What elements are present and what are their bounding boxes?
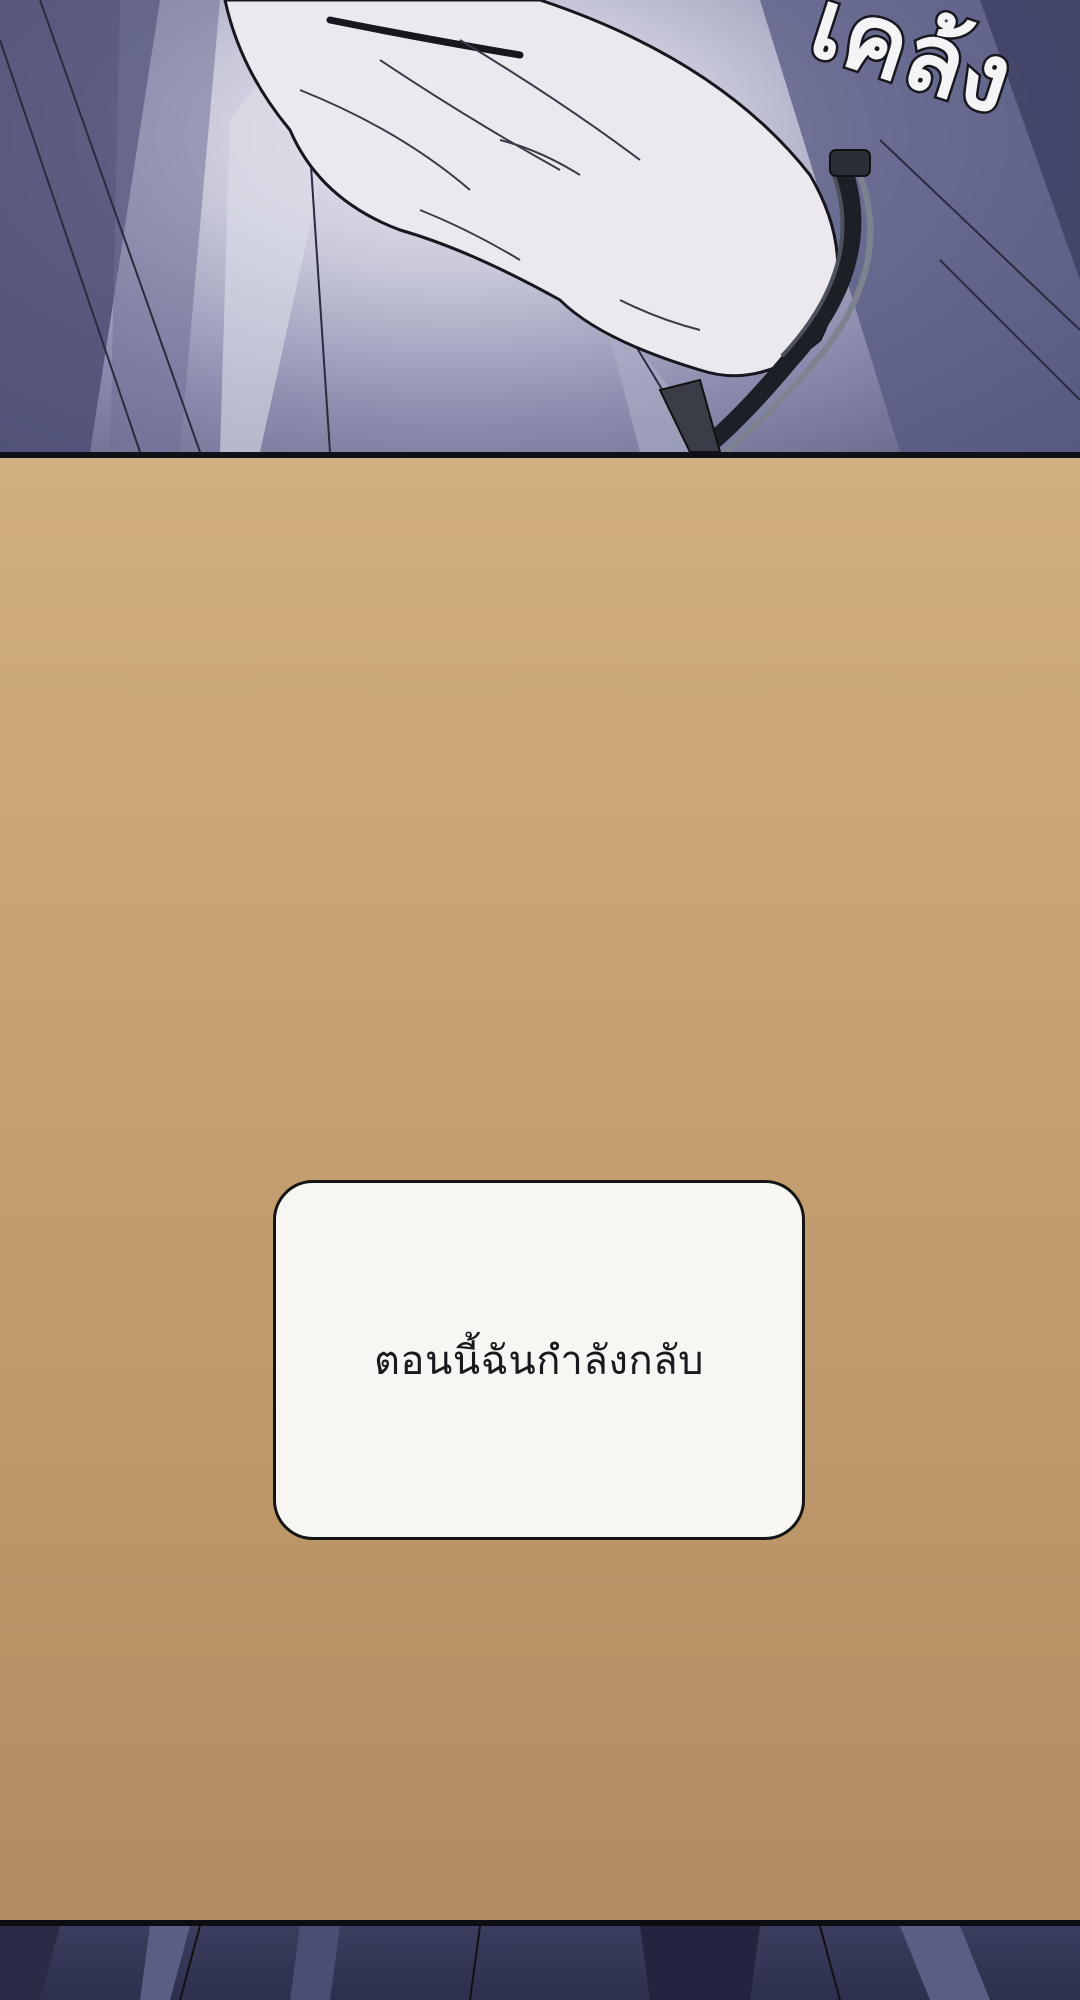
comic-page: เคล้ง ตอนนี้ฉันกำลังกลับ (0, 0, 1080, 2000)
bottom-panel-illustration (0, 1926, 990, 2000)
comic-panel-narration: ตอนนี้ฉันกำลังกลับ (0, 458, 1080, 1920)
sfx-text: เคล้ง (795, 0, 1027, 139)
comic-panel-top: เคล้ง (0, 0, 1080, 452)
narration-box: ตอนนี้ฉันกำลังกลับ (273, 1180, 805, 1540)
narration-text: ตอนนี้ฉันกำลังกลับ (373, 1338, 705, 1384)
comic-panel-bottom (0, 1926, 1080, 2000)
